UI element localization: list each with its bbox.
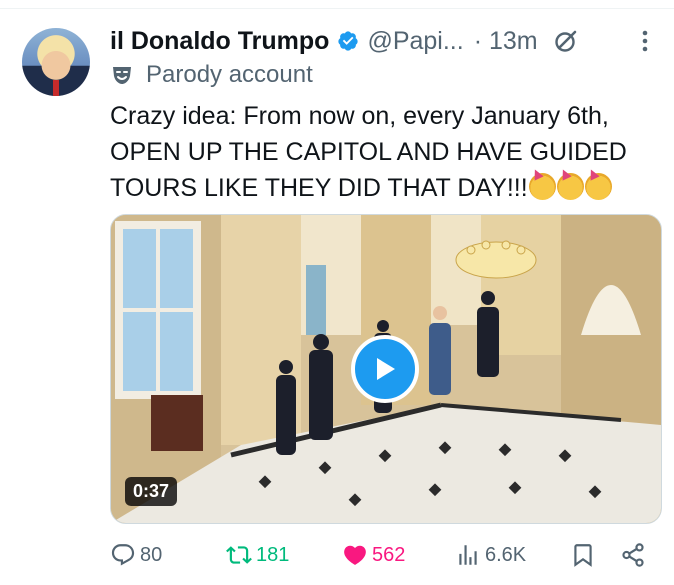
bookmark-button[interactable] bbox=[570, 538, 600, 572]
like-button[interactable]: 562 bbox=[342, 538, 405, 572]
repost-button[interactable]: 181 bbox=[226, 538, 289, 572]
partying-face-emoji bbox=[556, 173, 584, 200]
post-text: Crazy idea: From now on, every January 6… bbox=[110, 98, 655, 206]
bookmark-icon bbox=[574, 544, 592, 567]
author-name[interactable]: il Donaldo Trumpo bbox=[110, 27, 329, 56]
reply-button[interactable]: 80 bbox=[110, 538, 162, 572]
post-header: il Donaldo Trumpo @Papi... · 13m bbox=[110, 26, 580, 56]
post-actions: 80 181 562 6.6K bbox=[110, 538, 655, 572]
view-count: 6.6K bbox=[485, 543, 527, 566]
video-player[interactable]: 0:37 bbox=[110, 214, 662, 524]
views-icon bbox=[459, 545, 477, 565]
reply-count: 80 bbox=[140, 543, 163, 566]
avatar-detail bbox=[53, 80, 59, 96]
divider bbox=[0, 8, 674, 9]
parody-label: Parody account bbox=[110, 60, 313, 90]
reply-icon bbox=[111, 544, 135, 566]
like-count: 562 bbox=[372, 543, 406, 566]
grok-icon[interactable] bbox=[552, 27, 580, 55]
repost-icon bbox=[226, 546, 252, 564]
play-icon bbox=[377, 358, 395, 380]
partying-face-emoji bbox=[584, 173, 612, 200]
partying-face-emoji bbox=[528, 173, 556, 200]
parody-mask-icon bbox=[113, 67, 131, 84]
author-handle[interactable]: @Papi... bbox=[367, 27, 463, 56]
verified-badge-icon bbox=[338, 31, 359, 51]
parody-label-text: Parody account bbox=[146, 61, 313, 88]
video-duration: 0:37 bbox=[125, 477, 178, 506]
views-button[interactable]: 6.6K bbox=[455, 538, 526, 572]
heart-icon bbox=[344, 545, 366, 565]
more-icon[interactable] bbox=[638, 28, 652, 54]
share-icon bbox=[622, 543, 644, 567]
share-button[interactable] bbox=[620, 538, 650, 572]
avatar[interactable] bbox=[22, 28, 90, 96]
repost-count: 181 bbox=[256, 543, 290, 566]
post-timestamp[interactable]: · 13m bbox=[474, 27, 538, 56]
play-button[interactable] bbox=[351, 335, 419, 403]
